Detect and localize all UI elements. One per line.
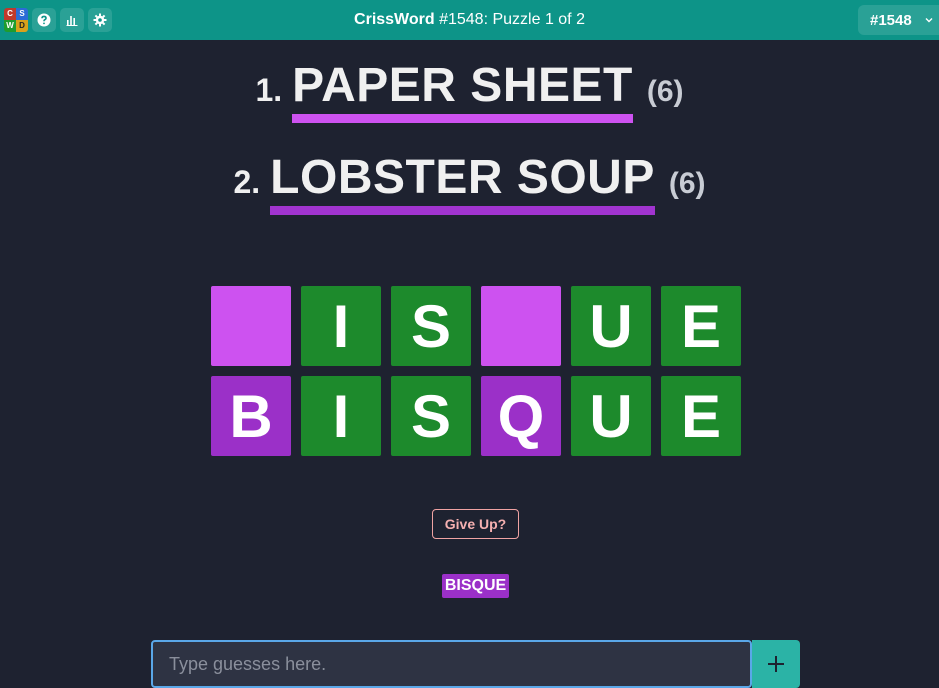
letter-tile: E [661,376,741,456]
page-title: CrissWord #1548: Puzzle 1 of 2 [0,0,939,40]
clue-text-label: LOBSTER SOUP [270,151,655,204]
letter-tile: U [571,376,651,456]
clue-2: 2. LOBSTER SOUP (6) [0,150,939,215]
clue-number: 2. [233,164,261,200]
chevron-down-icon [925,18,933,23]
plus-icon [768,656,784,672]
give-up-button[interactable]: Give Up? [432,509,519,539]
guess-row-1: I S U E [211,286,741,366]
letter-tile: E [661,286,741,366]
clue-text-label: PAPER SHEET [292,59,633,112]
puzzle-title: #1548: Puzzle 1 of 2 [434,11,585,28]
clue-text: LOBSTER SOUP [270,150,655,215]
clue-length: (6) [646,75,684,108]
app-name: CrissWord [354,11,435,28]
clue-length: (6) [668,167,706,200]
letter-tile: I [301,376,381,456]
letter-tile [481,286,561,366]
letter-tile [211,286,291,366]
letter-tile: U [571,286,651,366]
clue-underline [292,114,633,123]
clue-text: PAPER SHEET [292,58,633,123]
puzzle-select-value: #1548 [870,11,912,29]
guessed-word-chip: BISQUE [442,574,509,598]
clue-underline [270,206,655,215]
letter-tile: B [211,376,291,456]
clue-1: 1. PAPER SHEET (6) [0,58,939,123]
letter-tile: I [301,286,381,366]
letter-tile: S [391,376,471,456]
guess-row-2: B I S Q U E [211,376,741,456]
letter-tile: Q [481,376,561,456]
puzzle-select[interactable]: #1548 [858,5,939,35]
letter-tile: S [391,286,471,366]
clue-number: 1. [255,72,283,108]
guess-input[interactable] [151,640,752,688]
submit-guess-button[interactable] [752,640,800,688]
top-bar: C S W D CrissWord #1548: Puzzle 1 of 2 #… [0,0,939,40]
